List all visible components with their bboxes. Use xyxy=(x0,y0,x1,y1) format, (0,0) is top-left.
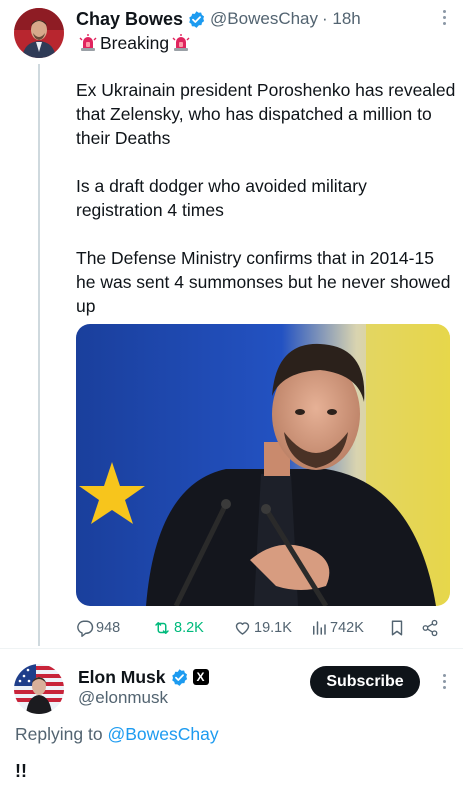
bookmark-button[interactable] xyxy=(388,616,408,640)
repost-button[interactable]: 8.2K xyxy=(152,616,204,640)
breaking-label: Breaking xyxy=(100,32,170,53)
bookmark-icon xyxy=(391,620,403,636)
reply-button[interactable]: 948 xyxy=(76,616,120,640)
tweet-paragraph: Ex Ukrainain president Poroshenko has re… xyxy=(76,80,456,148)
tweet-paragraph: Is a draft dodger who avoided military r… xyxy=(76,176,367,220)
verified-badge-icon[interactable] xyxy=(170,668,189,687)
reply-text: !! xyxy=(15,761,27,781)
reply-icon xyxy=(77,620,94,637)
author-avatar[interactable] xyxy=(14,8,64,58)
tweet-card[interactable]: Chay Bowes @BowesChay · 18h Breaking Ex … xyxy=(0,0,463,650)
views-icon xyxy=(313,621,326,635)
views-count: 742K xyxy=(330,620,364,636)
replying-mention-link[interactable]: @BowesChay xyxy=(107,724,218,744)
like-count: 19.1K xyxy=(254,620,292,636)
views-button[interactable]: 742K xyxy=(310,616,364,640)
repost-count: 8.2K xyxy=(174,620,204,636)
tweet-actions: 948 8.2K 19.1K 742K xyxy=(76,616,451,640)
reply-count: 948 xyxy=(96,620,121,636)
siren-icon xyxy=(79,34,97,52)
tweet-time[interactable]: · 18h xyxy=(322,9,361,29)
thread-line xyxy=(38,64,40,646)
x-badge-icon[interactable]: X xyxy=(192,669,209,685)
reply-author-avatar[interactable] xyxy=(14,664,64,714)
author-name[interactable]: Chay Bowes xyxy=(76,9,183,30)
like-button[interactable]: 19.1K xyxy=(233,616,292,640)
verified-badge-icon[interactable] xyxy=(187,10,206,29)
siren-icon xyxy=(172,34,190,52)
like-icon xyxy=(235,622,250,635)
more-icon[interactable] xyxy=(443,674,447,692)
reply-author-name[interactable]: Elon Musk xyxy=(78,667,166,688)
repost-icon xyxy=(155,622,169,634)
subscribe-button[interactable]: Subscribe xyxy=(310,666,420,698)
divider xyxy=(0,648,463,649)
share-button[interactable] xyxy=(421,616,441,640)
tweet-photo[interactable] xyxy=(76,324,450,606)
author-handle[interactable]: @BowesChay xyxy=(210,9,318,29)
reply-author-line: Elon Musk X xyxy=(78,666,209,688)
breaking-line: Breaking xyxy=(76,31,193,55)
share-icon xyxy=(422,619,438,637)
tweet-header: Chay Bowes @BowesChay · 18h xyxy=(76,6,451,32)
more-icon[interactable] xyxy=(443,10,447,28)
tweet-paragraph: The Defense Ministry confirms that in 20… xyxy=(76,248,451,316)
replying-prefix: Replying to xyxy=(15,724,103,744)
replying-to-line: Replying to @BowesChay xyxy=(15,724,219,745)
reply-author-handle[interactable]: @elonmusk xyxy=(78,688,168,708)
